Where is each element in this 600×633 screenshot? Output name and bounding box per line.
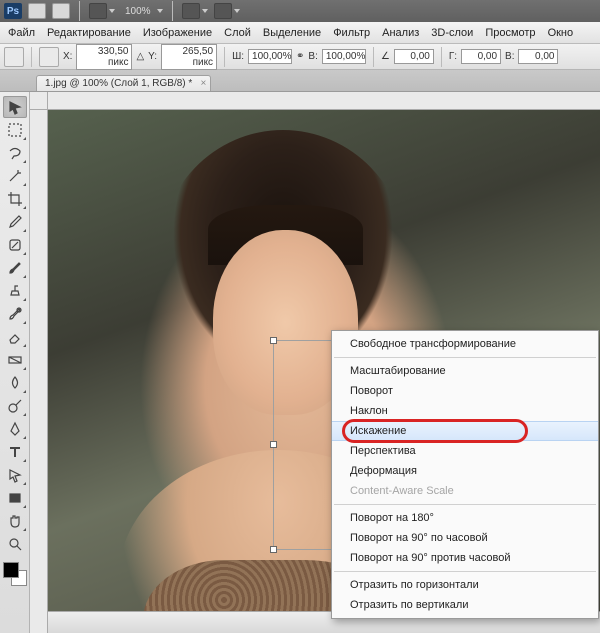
ruler-vertical[interactable]	[30, 110, 48, 633]
ctx-item-warp[interactable]: Деформация	[332, 461, 598, 481]
h-label: В:	[308, 51, 317, 62]
context-menu-separator	[334, 357, 596, 358]
document-tab[interactable]: 1.jpg @ 100% (Слой 1, RGB/8) * ×	[36, 75, 211, 91]
chevron-down-icon[interactable]	[109, 9, 115, 13]
chevron-down-icon[interactable]	[202, 9, 208, 13]
w-label: Ш:	[232, 51, 244, 62]
menu-layer[interactable]: Слой	[218, 22, 257, 44]
menu-analysis[interactable]: Анализ	[376, 22, 425, 44]
magic-wand-tool[interactable]	[3, 165, 27, 187]
ctx-item-scale[interactable]: Масштабирование	[332, 361, 598, 381]
transform-context-menu: Свободное трансформирование Масштабирован…	[331, 330, 599, 619]
transform-handle-tl[interactable]	[270, 337, 277, 344]
transform-handle-ml[interactable]	[270, 441, 277, 448]
context-menu-separator	[334, 571, 596, 572]
ruler-horizontal[interactable]	[48, 92, 600, 110]
minibridge-icon[interactable]	[52, 3, 70, 19]
ctx-item-rot90cw[interactable]: Поворот на 90° по часовой	[332, 528, 598, 548]
delta-icon[interactable]: △	[136, 51, 144, 62]
lasso-tool[interactable]	[3, 142, 27, 164]
ctx-item-rot180[interactable]: Поворот на 180°	[332, 508, 598, 528]
vskew-field[interactable]: 0,00	[518, 49, 558, 64]
ctx-item-free_transform[interactable]: Свободное трансформирование	[332, 334, 598, 354]
marquee-tool[interactable]	[3, 119, 27, 141]
hskew-label: Г:	[449, 51, 457, 62]
menu-edit[interactable]: Редактирование	[41, 22, 137, 44]
ctx-item-perspective[interactable]: Перспектива	[332, 441, 598, 461]
zoom-tool[interactable]	[3, 533, 27, 555]
menu-select[interactable]: Выделение	[257, 22, 327, 44]
menu-image[interactable]: Изображение	[137, 22, 218, 44]
menu-filter[interactable]: Фильтр	[327, 22, 376, 44]
menu-window[interactable]: Окно	[542, 22, 580, 44]
ctx-item-flipv[interactable]: Отразить по вертикали	[332, 595, 598, 615]
document-tab-row: 1.jpg @ 100% (Слой 1, RGB/8) * ×	[0, 70, 600, 92]
close-icon[interactable]: ×	[200, 78, 206, 89]
menu-3d[interactable]: 3D-слои	[425, 22, 479, 44]
healing-brush-tool[interactable]	[3, 234, 27, 256]
app-logo: Ps	[4, 3, 22, 19]
document-tab-title: 1.jpg @ 100% (Слой 1, RGB/8) *	[45, 78, 192, 89]
blur-tool[interactable]	[3, 372, 27, 394]
clone-stamp-tool[interactable]	[3, 280, 27, 302]
ctx-item-skew[interactable]: Наклон	[332, 401, 598, 421]
view-extras-icon[interactable]	[182, 3, 200, 19]
screen-mode-icon[interactable]	[89, 3, 107, 19]
reference-point-icon[interactable]	[39, 47, 59, 67]
link-icon[interactable]: ⚭	[296, 51, 304, 62]
menu-file[interactable]: Файл	[2, 22, 41, 44]
h-field[interactable]: 100,00%	[322, 49, 366, 64]
zoom-display[interactable]: 100%	[125, 6, 151, 17]
brush-tool[interactable]	[3, 257, 27, 279]
app-title-bar: Ps 100%	[0, 0, 600, 22]
context-menu-separator	[334, 504, 596, 505]
chevron-down-icon[interactable]	[157, 9, 163, 13]
vskew-label: В:	[505, 51, 514, 62]
ruler-corner	[30, 92, 48, 110]
y-field[interactable]: 265,50 пикс	[161, 44, 217, 70]
ctx-item-rot90ccw[interactable]: Поворот на 90° против часовой	[332, 548, 598, 568]
pen-tool[interactable]	[3, 418, 27, 440]
move-tool[interactable]	[3, 96, 27, 118]
hand-tool[interactable]	[3, 510, 27, 532]
menu-bar: Файл Редактирование Изображение Слой Выд…	[0, 22, 600, 44]
color-swatches[interactable]	[3, 562, 27, 586]
chevron-down-icon[interactable]	[234, 9, 240, 13]
x-field[interactable]: 330,50 пикс	[76, 44, 132, 70]
angle-field[interactable]: 0,00	[394, 49, 434, 64]
type-tool[interactable]	[3, 441, 27, 463]
ctx-item-distort[interactable]: Искажение	[332, 421, 598, 441]
transform-tool-icon[interactable]	[4, 47, 24, 67]
w-field[interactable]: 100,00%	[248, 49, 292, 64]
x-label: X:	[63, 51, 72, 62]
foreground-color-swatch[interactable]	[3, 562, 19, 578]
y-label: Y:	[148, 51, 157, 62]
bridge-icon[interactable]	[28, 3, 46, 19]
arrange-icon[interactable]	[214, 3, 232, 19]
gradient-tool[interactable]	[3, 349, 27, 371]
rectangle-tool[interactable]	[3, 487, 27, 509]
options-bar: X: 330,50 пикс △ Y: 265,50 пикс Ш: 100,0…	[0, 44, 600, 70]
menu-view[interactable]: Просмотр	[479, 22, 541, 44]
dodge-tool[interactable]	[3, 395, 27, 417]
path-selection-tool[interactable]	[3, 464, 27, 486]
ctx-item-content_aware: Content-Aware Scale	[332, 481, 598, 501]
toolbox	[0, 92, 30, 633]
angle-icon: ∠	[381, 51, 390, 62]
ctx-item-fliph[interactable]: Отразить по горизонтали	[332, 575, 598, 595]
ctx-item-rotate[interactable]: Поворот	[332, 381, 598, 401]
hskew-field[interactable]: 0,00	[461, 49, 501, 64]
transform-handle-bl[interactable]	[270, 546, 277, 553]
eyedropper-tool[interactable]	[3, 211, 27, 233]
crop-tool[interactable]	[3, 188, 27, 210]
eraser-tool[interactable]	[3, 326, 27, 348]
history-brush-tool[interactable]	[3, 303, 27, 325]
